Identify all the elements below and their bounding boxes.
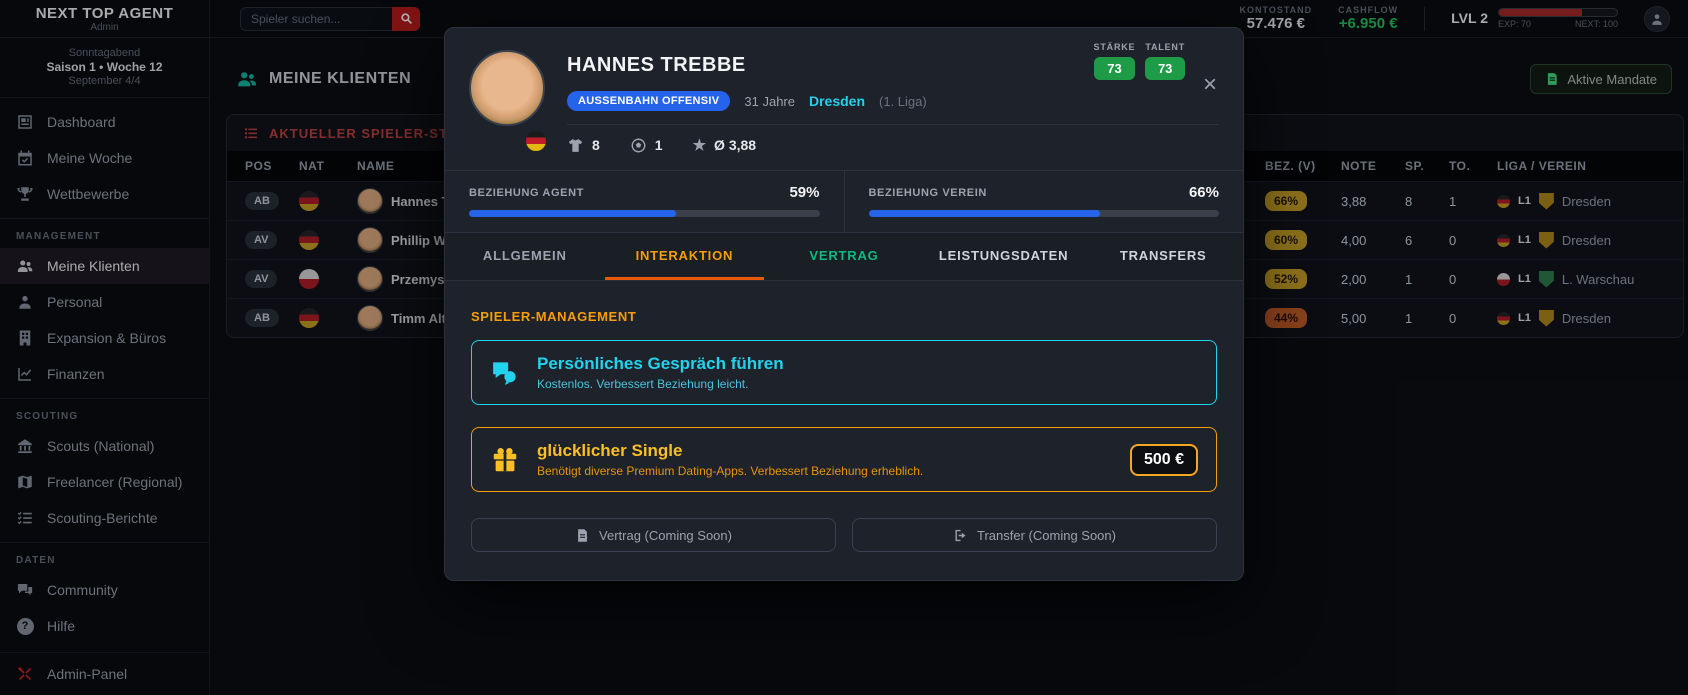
- goals-value: 1: [654, 137, 663, 153]
- jersey-icon: [567, 137, 584, 154]
- goals-stat: 1: [630, 137, 663, 154]
- relation-verein-fill: [868, 210, 1100, 217]
- gift-option-card[interactable]: glücklicher Single Benötigt diverse Prem…: [471, 427, 1217, 492]
- staerke-badge: 73: [1093, 57, 1136, 80]
- relation-verein-pct: 66%: [1188, 184, 1219, 201]
- soccer-ball-icon: [630, 137, 647, 154]
- relation-agent: BEZIEHUNG AGENT 59%: [445, 171, 844, 232]
- rating-value: Ø 3,88: [714, 137, 757, 153]
- relation-agent-label: BEZIEHUNG AGENT: [469, 186, 584, 199]
- player-league: (1. Liga): [879, 93, 927, 109]
- staerke-label: STÄRKE: [1093, 42, 1136, 52]
- contract-icon: [575, 528, 590, 543]
- player-photo-wrap: [469, 50, 549, 154]
- staerke-block: STÄRKE 73: [1093, 42, 1136, 80]
- talent-label: TALENT: [1145, 42, 1185, 52]
- talk-card-title: Persönliches Gespräch führen: [537, 354, 784, 373]
- section-title: SPIELER-MANAGEMENT: [471, 309, 637, 324]
- transfer-icon: [953, 528, 968, 543]
- vertrag-coming-soon-button[interactable]: Vertrag (Coming Soon): [471, 518, 836, 552]
- relation-verein-label: BEZIEHUNG VEREIN: [868, 186, 987, 199]
- player-age: 31 Jahre: [744, 93, 795, 109]
- relation-agent-bar: [469, 210, 820, 217]
- player-detail-modal: HANNES TREBBE AUSSENBAHN OFFENSIV 31 Jah…: [444, 27, 1244, 581]
- transfer-button-label: Transfer (Coming Soon): [977, 527, 1116, 543]
- tab-vertrag[interactable]: VERTRAG: [764, 233, 924, 280]
- transfer-coming-soon-button[interactable]: Transfer (Coming Soon): [852, 518, 1217, 552]
- player-nationality-flag-icon: [523, 128, 549, 154]
- close-icon[interactable]: ×: [1197, 72, 1223, 98]
- relation-verein-bar: [868, 210, 1219, 217]
- player-club-link[interactable]: Dresden: [809, 93, 865, 109]
- gift-card-title: glücklicher Single: [537, 441, 683, 460]
- matches-value: 8: [592, 137, 600, 153]
- relation-agent-fill: [469, 210, 676, 217]
- tab-transfers[interactable]: TRANSFERS: [1083, 233, 1243, 280]
- gift-icon: [490, 445, 520, 475]
- chat-bubbles-icon: [490, 358, 520, 388]
- gift-price-button[interactable]: 500 €: [1129, 443, 1198, 476]
- talent-badge: 73: [1145, 57, 1185, 80]
- talk-card-subtitle: Kostenlos. Verbessert Beziehung leicht.: [537, 377, 749, 391]
- gift-card-subtitle: Benötigt diverse Premium Dating-Apps. Ve…: [537, 464, 924, 478]
- vertrag-button-label: Vertrag (Coming Soon): [599, 527, 732, 543]
- modal-tabs: ALLGEMEIN INTERAKTION VERTRAG LEISTUNGSD…: [445, 233, 1243, 281]
- tab-allgemein[interactable]: ALLGEMEIN: [445, 233, 605, 280]
- relation-agent-pct: 59%: [789, 184, 820, 201]
- player-photo: [469, 50, 545, 126]
- rating-stat: ★ Ø 3,88: [693, 136, 756, 154]
- tab-leistungsdaten[interactable]: LEISTUNGSDATEN: [924, 233, 1084, 280]
- talk-option-card[interactable]: Persönliches Gespräch führen Kostenlos. …: [471, 340, 1217, 405]
- star-icon: ★: [692, 137, 707, 154]
- relation-verein: BEZIEHUNG VEREIN 66%: [843, 171, 1244, 232]
- tab-interaktion[interactable]: INTERAKTION: [604, 233, 765, 280]
- talent-block: TALENT 73: [1145, 42, 1185, 80]
- matches-stat: 8: [567, 137, 600, 154]
- position-pill: AUSSENBAHN OFFENSIV: [567, 91, 731, 111]
